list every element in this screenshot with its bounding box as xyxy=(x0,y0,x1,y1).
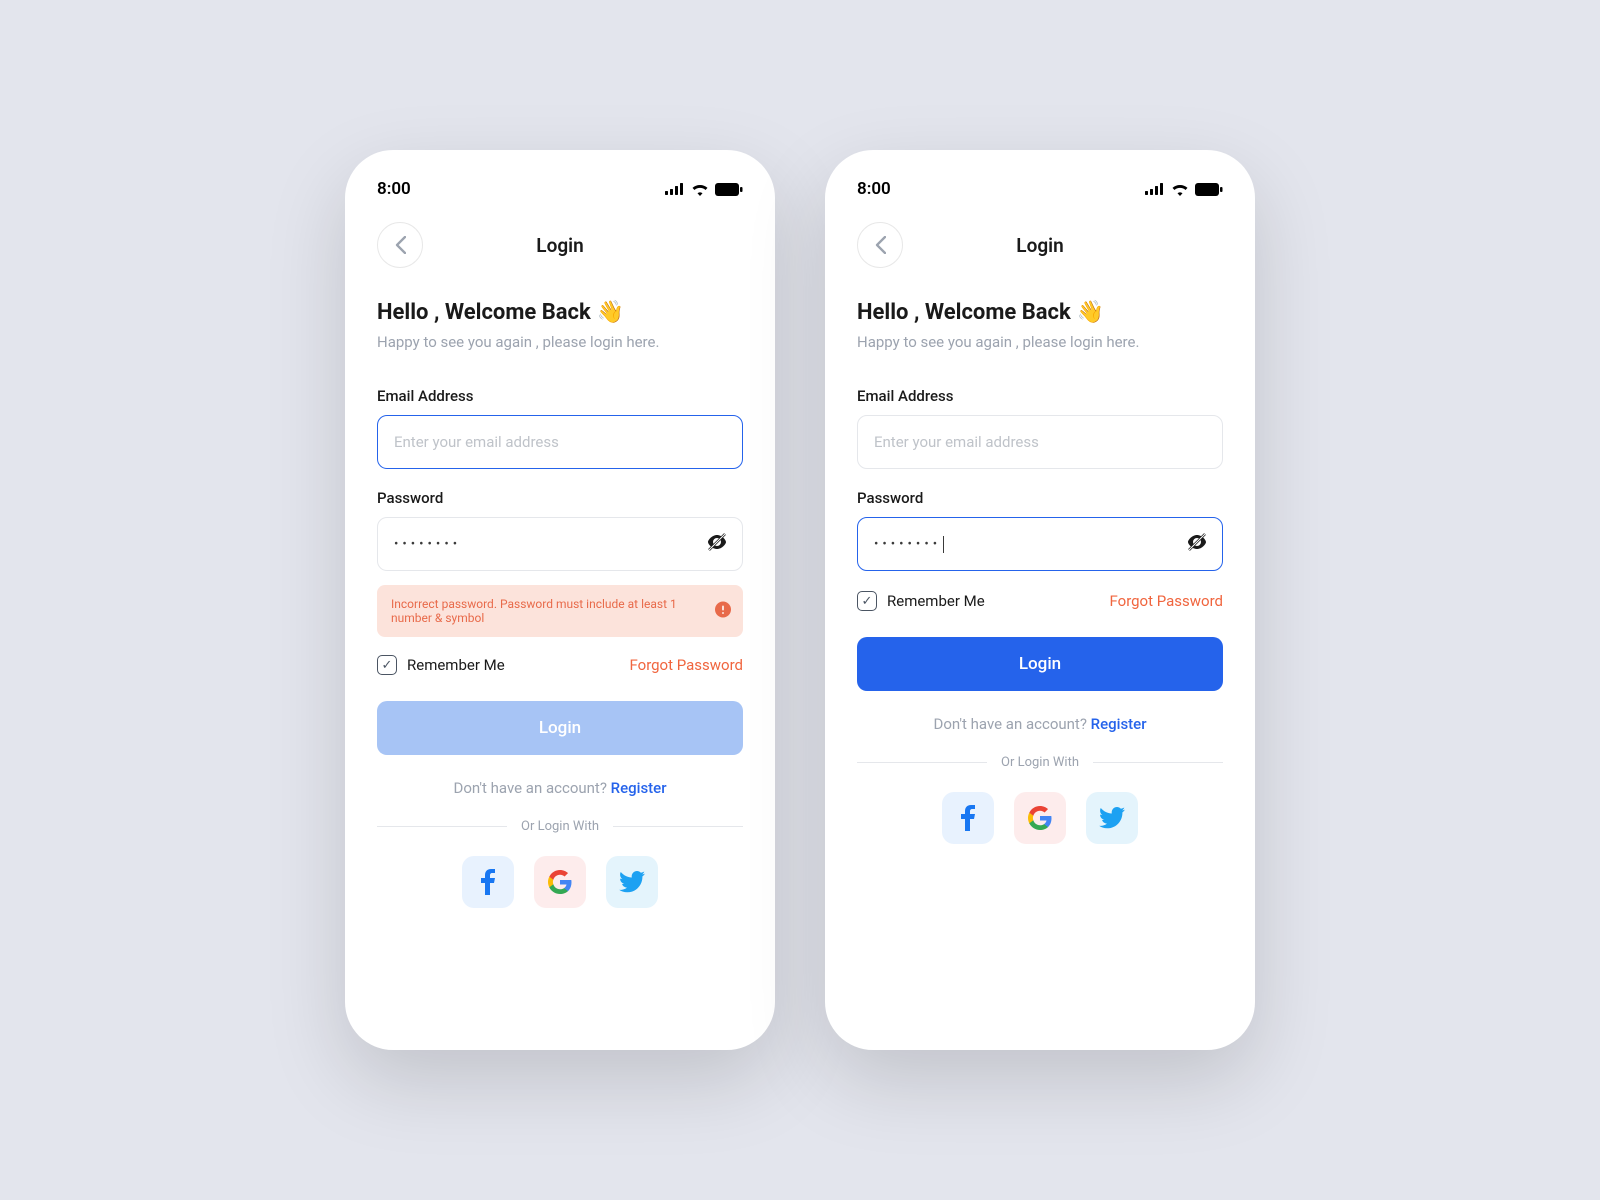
twitter-login-button[interactable] xyxy=(1086,792,1138,844)
signal-icon xyxy=(1145,183,1165,195)
checkbox-icon: ✓ xyxy=(377,655,397,675)
eye-off-icon xyxy=(705,530,729,554)
login-screen-normal-state: 8:00 Login Hello , Welcome Back 👋 Happy … xyxy=(825,150,1255,1050)
welcome-subheading: Happy to see you again , please login he… xyxy=(377,333,743,351)
back-button[interactable] xyxy=(377,222,423,268)
status-time: 8:00 xyxy=(857,179,891,199)
facebook-icon xyxy=(481,869,495,895)
toggle-password-button[interactable] xyxy=(705,530,729,558)
facebook-login-button[interactable] xyxy=(942,792,994,844)
google-icon xyxy=(1028,806,1052,830)
error-message: Incorrect password. Password must includ… xyxy=(377,585,743,637)
page-title: Login xyxy=(1016,234,1063,257)
social-login-row xyxy=(857,792,1223,844)
facebook-icon xyxy=(961,805,975,831)
google-icon xyxy=(548,870,572,894)
signal-icon xyxy=(665,183,685,195)
navbar: Login xyxy=(377,222,743,268)
email-label: Email Address xyxy=(377,387,743,405)
battery-icon xyxy=(715,183,743,196)
divider: Or Login With xyxy=(377,819,743,834)
register-link[interactable]: Register xyxy=(1091,715,1147,733)
login-screen-error-state: 8:00 Login Hello , Welcome Back 👋 Happy … xyxy=(345,150,775,1050)
remember-me-checkbox[interactable]: ✓ Remember Me xyxy=(377,655,505,675)
twitter-icon xyxy=(619,871,645,893)
twitter-icon xyxy=(1099,807,1125,829)
social-login-row xyxy=(377,856,743,908)
signup-row: Don't have an account? Register xyxy=(857,715,1223,733)
wave-emoji: 👋 xyxy=(597,300,624,325)
email-label: Email Address xyxy=(857,387,1223,405)
chevron-left-icon xyxy=(875,236,886,254)
status-icons xyxy=(665,183,743,196)
password-label: Password xyxy=(857,489,1223,507)
statusbar: 8:00 xyxy=(857,178,1223,200)
email-input[interactable] xyxy=(857,415,1223,469)
login-button[interactable]: Login xyxy=(377,701,743,755)
forgot-password-link[interactable]: Forgot Password xyxy=(630,656,744,674)
page-title: Login xyxy=(536,234,583,257)
error-icon xyxy=(715,602,731,621)
email-input[interactable] xyxy=(377,415,743,469)
wifi-icon xyxy=(691,183,709,196)
toggle-password-button[interactable] xyxy=(1185,530,1209,558)
wifi-icon xyxy=(1171,183,1189,196)
chevron-left-icon xyxy=(395,236,406,254)
divider: Or Login With xyxy=(857,755,1223,770)
register-link[interactable]: Register xyxy=(611,779,667,797)
password-input[interactable]: •••••••• xyxy=(857,517,1223,571)
password-input[interactable]: •••••••• xyxy=(377,517,743,571)
text-cursor xyxy=(943,536,944,553)
wave-emoji: 👋 xyxy=(1077,300,1104,325)
status-icons xyxy=(1145,183,1223,196)
remember-me-checkbox[interactable]: ✓ Remember Me xyxy=(857,591,985,611)
welcome-heading: Hello , Welcome Back 👋 xyxy=(857,300,1223,325)
twitter-login-button[interactable] xyxy=(606,856,658,908)
facebook-login-button[interactable] xyxy=(462,856,514,908)
navbar: Login xyxy=(857,222,1223,268)
back-button[interactable] xyxy=(857,222,903,268)
welcome-subheading: Happy to see you again , please login he… xyxy=(857,333,1223,351)
battery-icon xyxy=(1195,183,1223,196)
signup-row: Don't have an account? Register xyxy=(377,779,743,797)
eye-off-icon xyxy=(1185,530,1209,554)
status-time: 8:00 xyxy=(377,179,411,199)
google-login-button[interactable] xyxy=(534,856,586,908)
login-button[interactable]: Login xyxy=(857,637,1223,691)
checkbox-icon: ✓ xyxy=(857,591,877,611)
google-login-button[interactable] xyxy=(1014,792,1066,844)
forgot-password-link[interactable]: Forgot Password xyxy=(1110,592,1224,610)
password-label: Password xyxy=(377,489,743,507)
welcome-heading: Hello , Welcome Back 👋 xyxy=(377,300,743,325)
statusbar: 8:00 xyxy=(377,178,743,200)
